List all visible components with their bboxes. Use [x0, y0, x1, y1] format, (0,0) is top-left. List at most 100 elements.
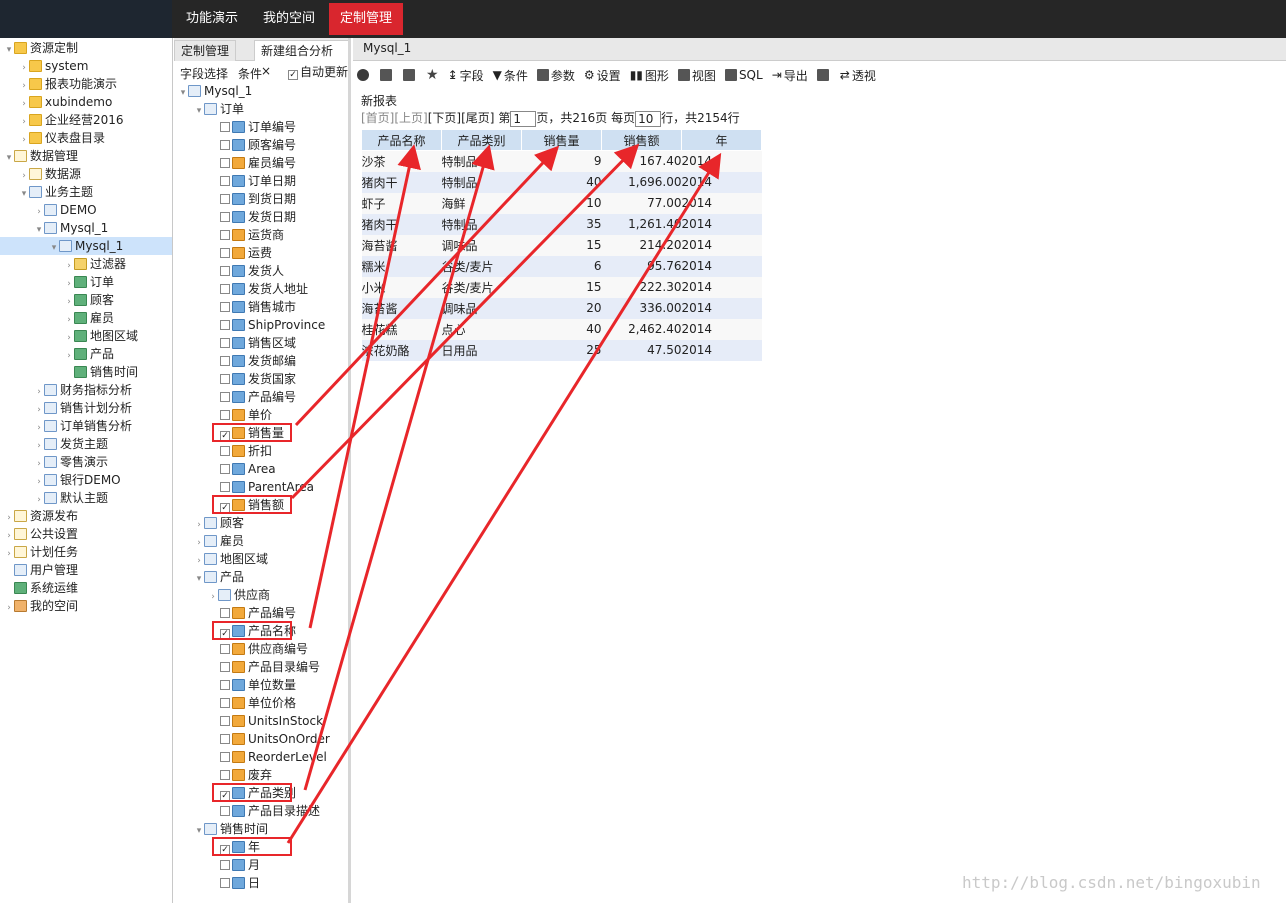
- tab-field-select[interactable]: 字段选择: [180, 65, 228, 82]
- tree-item[interactable]: › 默认主题: [34, 489, 108, 507]
- tree-item[interactable]: › 仪表盘目录: [19, 129, 105, 147]
- tree-item[interactable]: › 我的空间: [4, 597, 78, 615]
- field-item[interactable]: 顾客编号: [220, 136, 296, 154]
- field-item[interactable]: › 顾客: [194, 514, 244, 532]
- column-header[interactable]: 年: [681, 129, 762, 151]
- pivot-button[interactable]: ⇄ 透视: [840, 67, 876, 84]
- tree-item[interactable]: 销售时间: [64, 363, 138, 381]
- chart-button[interactable]: ▮▮ 图形: [630, 67, 669, 84]
- field-checkbox[interactable]: [220, 770, 230, 780]
- field-item[interactable]: 销售区域: [220, 334, 296, 352]
- field-item[interactable]: › 地图区域: [194, 550, 268, 568]
- field-item[interactable]: ShipProvince: [220, 316, 325, 334]
- field-checkbox[interactable]: [220, 680, 230, 690]
- tree-item[interactable]: › 地图区域: [64, 327, 138, 345]
- column-header[interactable]: 销售额: [601, 129, 682, 151]
- field-item[interactable]: 产品目录描述: [220, 802, 320, 820]
- field-item[interactable]: 发货邮编: [220, 352, 296, 370]
- field-item[interactable]: 产品编号: [220, 604, 296, 622]
- field-item[interactable]: 单价: [220, 406, 272, 424]
- per-page-input[interactable]: 10: [635, 110, 662, 127]
- field-checkbox[interactable]: [220, 734, 230, 744]
- tree-item[interactable]: ▾ Mysql_1: [0, 237, 172, 255]
- tree-item[interactable]: › 数据源: [19, 165, 81, 183]
- field-checkbox[interactable]: [220, 878, 230, 888]
- tab-custom-management[interactable]: 定制管理: [174, 40, 237, 61]
- field-checkbox[interactable]: [220, 230, 230, 240]
- column-header[interactable]: 产品类别: [441, 129, 522, 151]
- tree-item[interactable]: ▾ Mysql_1: [34, 219, 109, 237]
- field-item[interactable]: 发货人地址: [220, 280, 308, 298]
- tree-item[interactable]: › 财务指标分析: [34, 381, 132, 399]
- field-item[interactable]: 单位数量: [220, 676, 296, 694]
- field-checkbox[interactable]: [220, 482, 230, 492]
- settings-button[interactable]: ⚙ 设置: [584, 67, 621, 84]
- field-item[interactable]: Area: [220, 460, 276, 478]
- field-checkbox[interactable]: [220, 698, 230, 708]
- chevron-down-icon[interactable]: ▾: [194, 822, 204, 840]
- first-page-link[interactable]: [首页]: [361, 111, 394, 125]
- auto-update-toggle[interactable]: ✓ 自动更新: [288, 63, 348, 80]
- field-item[interactable]: 日: [220, 874, 260, 892]
- field-item[interactable]: › 雇员: [194, 532, 244, 550]
- field-checkbox[interactable]: [220, 140, 230, 150]
- column-header[interactable]: 产品名称: [361, 129, 442, 151]
- next-page-link[interactable]: [下页]: [428, 111, 461, 125]
- field-checkbox[interactable]: [220, 662, 230, 672]
- chevron-right-icon[interactable]: ›: [208, 588, 218, 606]
- field-checkbox[interactable]: [220, 284, 230, 294]
- field-item[interactable]: ReorderLevel: [220, 748, 327, 766]
- field-item[interactable]: › 供应商: [208, 586, 270, 604]
- field-checkbox[interactable]: [220, 248, 230, 258]
- tree-item[interactable]: ▾ 资源定制: [4, 39, 78, 57]
- field-checkbox[interactable]: [220, 194, 230, 204]
- field-item[interactable]: 废弃: [220, 766, 272, 784]
- field-checkbox[interactable]: [220, 410, 230, 420]
- field-checkbox[interactable]: [220, 806, 230, 816]
- tree-item[interactable]: › system: [19, 57, 88, 75]
- expand-arrow-icon[interactable]: ▾: [4, 41, 14, 59]
- field-item[interactable]: 供应商编号: [220, 640, 308, 658]
- tree-item[interactable]: › 零售演示: [34, 453, 108, 471]
- field-checkbox[interactable]: [220, 212, 230, 222]
- field-checkbox[interactable]: [220, 122, 230, 132]
- save-button[interactable]: [380, 69, 394, 81]
- expand-arrow-icon[interactable]: ▾: [49, 239, 59, 257]
- tree-item[interactable]: › 产品: [64, 345, 114, 363]
- last-page-link[interactable]: [尾页]: [461, 111, 494, 125]
- page-input[interactable]: 1: [510, 110, 537, 127]
- field-checkbox[interactable]: [220, 608, 230, 618]
- field-item[interactable]: 单位价格: [220, 694, 296, 712]
- field-item[interactable]: UnitsInStock: [220, 712, 323, 730]
- field-checkbox[interactable]: [220, 716, 230, 726]
- tree-item[interactable]: ▾ 业务主题: [19, 183, 93, 201]
- field-checkbox[interactable]: [220, 464, 230, 474]
- sql-button[interactable]: SQL: [724, 68, 763, 82]
- field-checkbox[interactable]: [220, 392, 230, 402]
- tab-report[interactable]: Mysql_1: [363, 41, 411, 55]
- tree-item[interactable]: › 顾客: [64, 291, 114, 309]
- expand-arrow-icon[interactable]: ▾: [19, 185, 29, 203]
- field-item[interactable]: ▾ 产品: [194, 568, 244, 586]
- field-item[interactable]: 发货国家: [220, 370, 296, 388]
- field-item[interactable]: 发货人: [220, 262, 284, 280]
- tree-item[interactable]: 系统运维: [4, 579, 78, 597]
- field-checkbox[interactable]: [220, 266, 230, 276]
- field-item[interactable]: 订单日期: [220, 172, 296, 190]
- field-item[interactable]: UnitsOnOrder: [220, 730, 330, 748]
- field-item[interactable]: 销售城市: [220, 298, 296, 316]
- refresh-button[interactable]: [357, 69, 371, 81]
- nav-item[interactable]: 定制管理: [329, 3, 404, 35]
- field-checkbox[interactable]: [220, 302, 230, 312]
- print-button[interactable]: [816, 69, 831, 81]
- chevron-down-icon[interactable]: ▾: [194, 570, 204, 588]
- tree-item[interactable]: › 银行DEMO: [34, 471, 120, 489]
- field-item[interactable]: 折扣: [220, 442, 272, 460]
- tree-item[interactable]: ▾ 数据管理: [4, 147, 78, 165]
- field-item[interactable]: 运货商: [220, 226, 284, 244]
- export-button[interactable]: ⇥ 导出: [772, 67, 808, 84]
- tree-item[interactable]: › 报表功能演示: [19, 75, 117, 93]
- field-checkbox[interactable]: [220, 644, 230, 654]
- field-item[interactable]: 雇员编号: [220, 154, 296, 172]
- field-button[interactable]: ↨ 字段: [448, 67, 484, 84]
